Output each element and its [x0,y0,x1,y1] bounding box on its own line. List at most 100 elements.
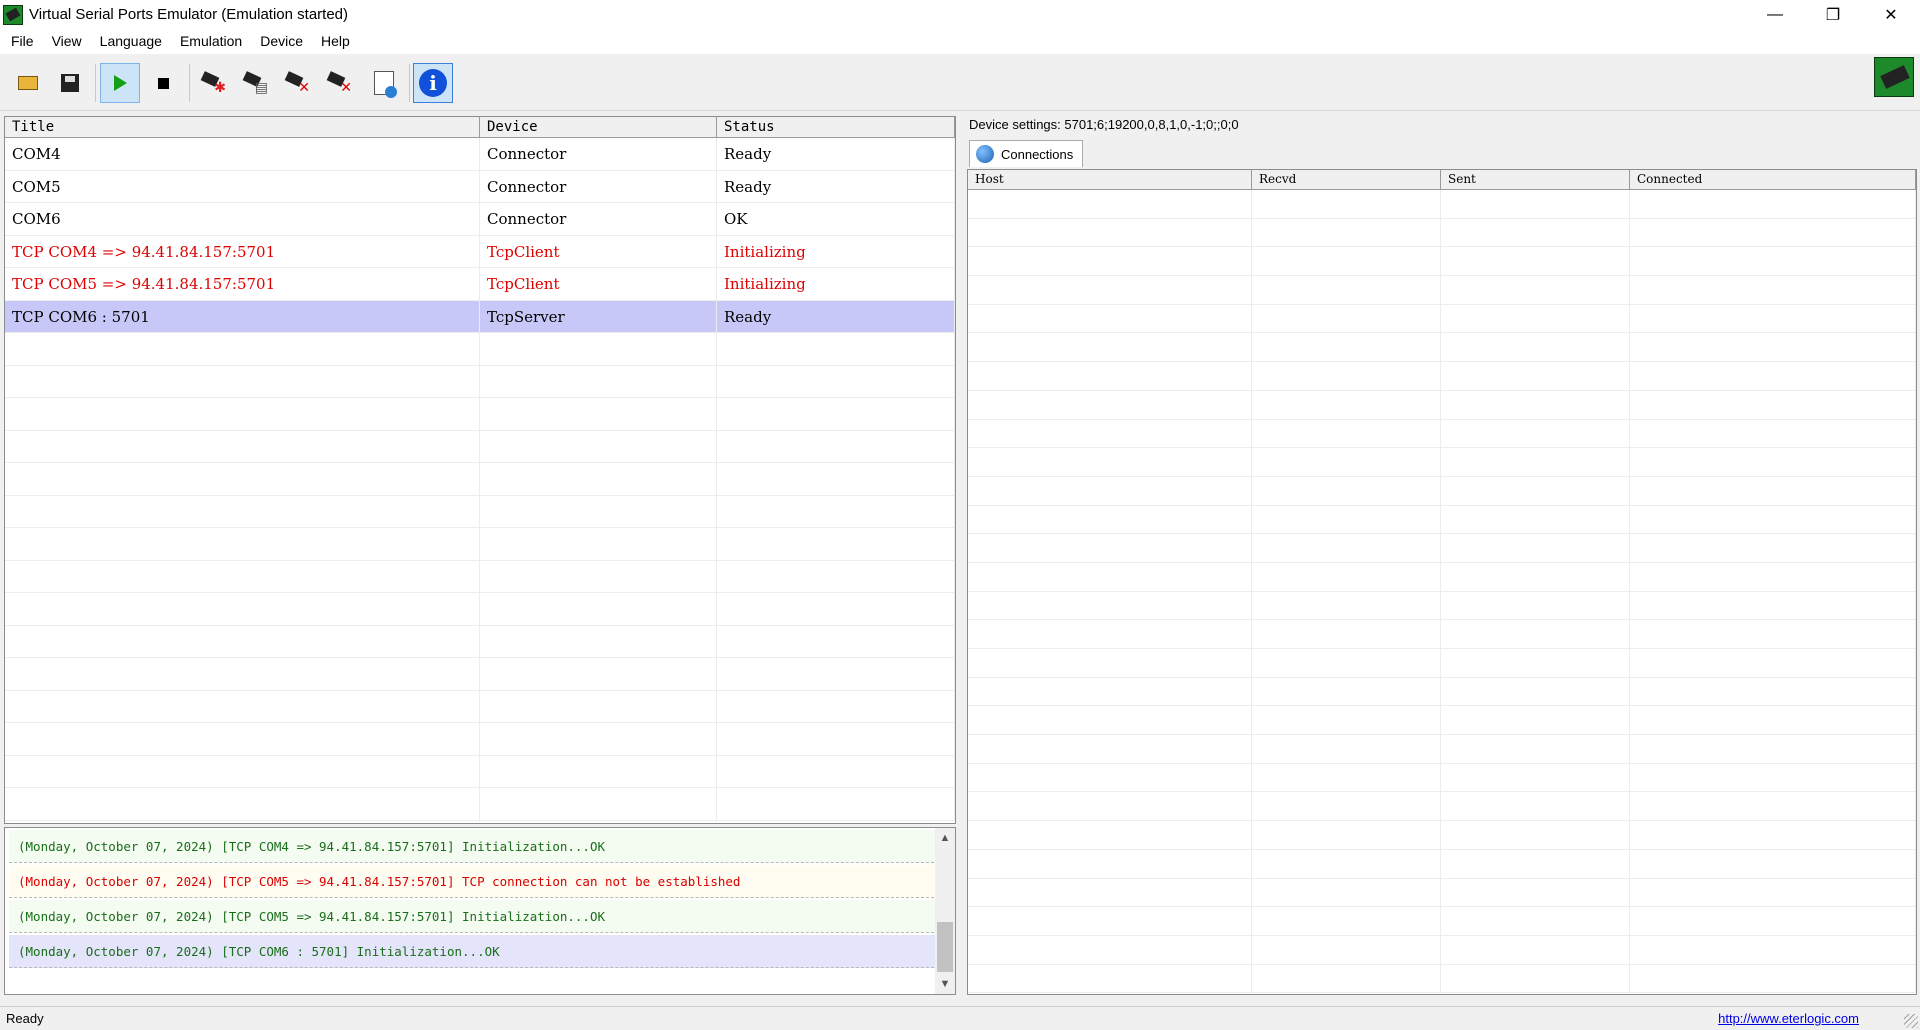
empty-row [968,562,1916,592]
column-connected[interactable]: Connected [1630,170,1916,190]
stop-icon [157,77,169,89]
play-icon [113,75,127,91]
close-button[interactable]: ✕ [1862,0,1920,29]
device-details-panel: Device settings: 5701;6;19200,0,8,1,0,-1… [963,113,1918,998]
menu-help[interactable]: Help [312,29,359,54]
open-icon [18,76,38,90]
column-recvd[interactable]: Recvd [1252,170,1441,190]
log-entry[interactable]: (Monday, October 07, 2024) [TCP COM5 => … [9,865,939,898]
menu-file[interactable]: File [2,29,43,54]
cell-status: OK [717,203,955,235]
column-host[interactable]: Host [968,170,1252,190]
empty-row [968,591,1916,621]
cell-device: Connector [480,138,717,170]
scroll-up-icon[interactable]: ▲ [935,828,955,848]
save-button[interactable] [50,63,90,103]
empty-row [968,649,1916,678]
cell-device: Connector [480,203,717,235]
stop-emulation-button[interactable] [143,63,183,103]
log-entry[interactable]: (Monday, October 07, 2024) [TCP COM5 => … [9,900,939,933]
table-row[interactable]: TCP COM4 => 94.41.84.157:5701 TcpClient In… [5,235,955,268]
app-icon [3,4,23,25]
empty-row [968,677,1916,707]
empty-row [968,878,1916,908]
panel-splitter[interactable] [956,113,962,998]
title-bar: Virtual Serial Ports Emulator (Emulation… [0,0,1920,29]
connections-rows [968,190,1916,994]
empty-row [968,964,1916,994]
empty-row [968,706,1916,736]
cell-status: Ready [717,300,955,332]
toolbar-separator [189,64,190,102]
device-list: Title Device Status COM4 Connector Ready CO… [4,116,956,824]
column-sent[interactable]: Sent [1441,170,1630,190]
edit-device-button[interactable]: ▤ [235,63,275,103]
table-row[interactable]: TCP COM5 => 94.41.84.157:5701 TcpClient In… [5,268,955,301]
open-button[interactable] [8,63,48,103]
empty-row [5,560,955,593]
empty-row [968,763,1916,793]
window-controls: — ❐ ✕ [1746,0,1920,29]
empty-row [968,419,1916,449]
globe-icon [976,145,994,163]
connections-grid: Host Recvd Sent Connected [967,169,1917,995]
column-device[interactable]: Device [480,117,717,138]
window-title: Virtual Serial Ports Emulator (Emulation… [29,6,349,23]
cell-title: TCP COM4 => 94.41.84.157:5701 [5,235,480,267]
empty-row [968,304,1916,334]
empty-row [968,448,1916,477]
scroll-down-icon[interactable]: ▼ [935,974,955,994]
settings-page-button[interactable] [364,63,404,103]
resize-grip[interactable] [1904,1014,1918,1028]
save-icon [61,74,79,92]
log-entry[interactable]: (Monday, October 07, 2024) [TCP COM6 : 5… [9,935,939,968]
menu-emulation[interactable]: Emulation [171,29,251,54]
app-logo-icon [1874,57,1914,97]
tab-connections[interactable]: Connections [969,140,1083,167]
empty-row [5,593,955,626]
empty-row [5,625,955,658]
website-link[interactable]: http://www.eterlogic.com [1718,1011,1859,1026]
empty-row [5,430,955,463]
connections-header: Host Recvd Sent Connected [968,170,1916,190]
empty-row [968,247,1916,277]
start-emulation-button[interactable] [100,63,140,103]
cell-status: Initializing [717,235,955,267]
restore-button[interactable]: ❐ [1804,0,1862,29]
column-title[interactable]: Title [5,117,480,138]
menu-device[interactable]: Device [251,29,312,54]
empty-row [968,362,1916,391]
table-row[interactable]: COM6 Connector OK [5,203,955,236]
log-entry[interactable]: (Monday, October 07, 2024) [TCP COM4 => … [9,830,939,863]
empty-row [968,935,1916,965]
empty-row [5,690,955,723]
new-device-icon: ✱ [200,71,226,94]
minimize-button[interactable]: — [1746,0,1804,29]
cell-title: COM6 [5,203,480,235]
delete-device-button[interactable]: ✕ [277,63,317,103]
log-scrollbar[interactable]: ▲ ▼ [935,828,955,994]
scroll-thumb[interactable] [937,922,953,972]
about-button[interactable]: i [413,63,453,103]
column-status[interactable]: Status [717,117,955,138]
log-panel: (Monday, October 07, 2024) [TCP COM4 => … [4,827,956,995]
empty-row [968,276,1916,305]
menu-view[interactable]: View [43,29,91,54]
table-row[interactable]: TCP COM6 : 5701 TcpServer Ready [5,300,955,333]
empty-row [5,495,955,528]
empty-row [968,390,1916,420]
empty-row [968,476,1916,506]
empty-row [5,333,955,366]
cell-status: Ready [717,138,955,170]
empty-row [968,849,1916,879]
tab-connections-label: Connections [1001,146,1074,162]
menu-language[interactable]: Language [91,29,171,54]
table-row[interactable]: COM5 Connector Ready [5,170,955,203]
new-device-button[interactable]: ✱ [193,63,233,103]
delete-all-devices-button[interactable]: ✕ [319,63,359,103]
empty-row [968,190,1916,219]
device-list-rows: COM4 Connector Ready COM5 Connector Ready COM6… [5,138,955,821]
table-row[interactable]: COM4 Connector Ready [5,138,955,171]
empty-row [5,723,955,756]
empty-row [5,658,955,691]
